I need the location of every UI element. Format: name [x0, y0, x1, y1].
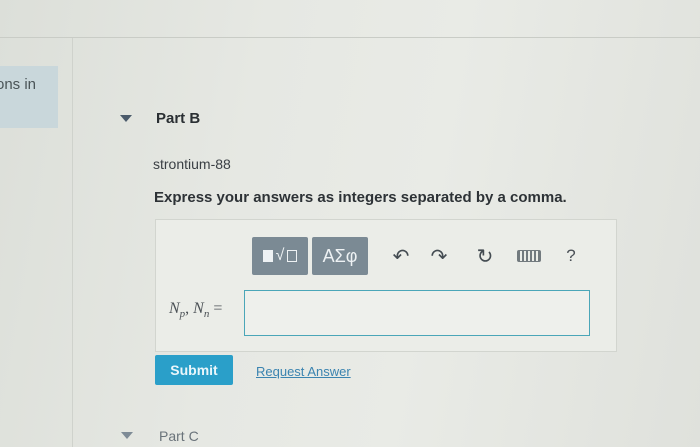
left-divider	[72, 38, 73, 447]
templates-icon: √	[262, 247, 298, 265]
reset-icon[interactable]: ↻	[472, 243, 498, 269]
symbols-label: ΑΣφ	[322, 245, 358, 266]
templates-button[interactable]: √	[252, 237, 308, 275]
sidebar-fragment-text: ons in	[0, 76, 37, 93]
part-c-title[interactable]: Part C	[159, 428, 199, 444]
undo-icon[interactable]: ↶	[388, 243, 414, 269]
symbols-button[interactable]: ΑΣφ	[312, 237, 368, 275]
request-answer-link[interactable]: Request Answer	[256, 364, 351, 379]
answer-variable-label: Np, Nn =	[169, 300, 223, 321]
isotope-label: strontium-88	[153, 156, 231, 172]
top-divider	[0, 37, 700, 38]
answer-input[interactable]	[244, 290, 590, 336]
part-b-title[interactable]: Part B	[156, 110, 200, 127]
submit-button[interactable]: Submit	[155, 355, 233, 385]
redo-icon[interactable]: ↷	[426, 243, 452, 269]
instructions-text: Express your answers as integers separat…	[154, 189, 567, 206]
part-c-expand-icon[interactable]	[121, 432, 133, 439]
keyboard-icon[interactable]	[514, 243, 544, 269]
sidebar-panel: ons in	[0, 66, 58, 128]
part-b-collapse-icon[interactable]	[120, 115, 132, 122]
help-button[interactable]: ?	[558, 243, 584, 269]
